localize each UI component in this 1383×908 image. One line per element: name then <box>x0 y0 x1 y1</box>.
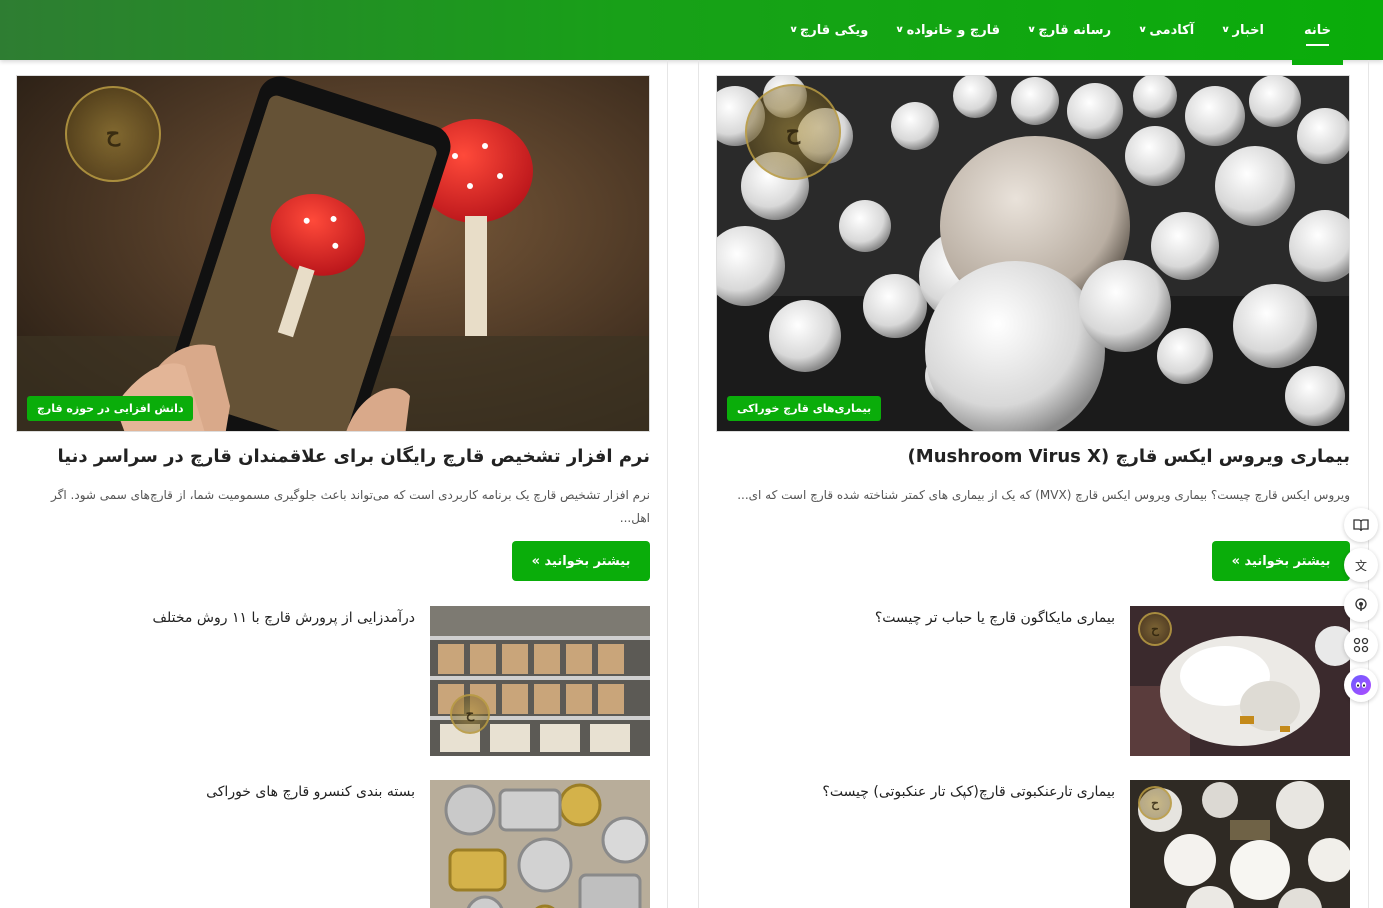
translate-glyph: 文 <box>1354 558 1367 573</box>
main-menu: خانه اخبار ∨ آکادمی ∨ رسانه قارچ ∨ قارچ … <box>788 0 1344 65</box>
list-item-title[interactable]: بیماری تارعنکبوتی قارچ(کپک تار عنکبوتی) … <box>822 780 1130 908</box>
list-item[interactable]: بسته بندی کنسرو قارچ های خوراکی <box>30 780 650 908</box>
reader-icon[interactable] <box>1344 508 1378 542</box>
post-title[interactable]: نرم افزار تشخیص قارچ رایگان برای علاقمند… <box>58 446 650 467</box>
top-navbar: خانه اخبار ∨ آکادمی ∨ رسانه قارچ ∨ قارچ … <box>0 0 1383 65</box>
posts-column-right: ح بیماری‌های قارچ خوراکی بیماری ویروس ای… <box>698 60 1369 908</box>
nav-item-home[interactable]: خانه <box>1291 0 1344 65</box>
nav-item-label: ویکی قارچ <box>799 22 869 38</box>
supermarket-shelf-photo <box>430 606 650 756</box>
list-item[interactable]: ح بیماری مایکاگون قارچ یا حباب تر چیست؟ <box>730 606 1350 756</box>
hero-image-mushroom-virus[interactable]: ح بیماری‌های قارچ خوراکی <box>716 75 1350 432</box>
nav-item-media[interactable]: رسانه قارچ ∨ <box>1026 0 1112 60</box>
list-item-title[interactable]: درآمدزایی از پرورش قارچ با ۱۱ روش مختلف <box>153 606 430 756</box>
category-tag[interactable]: دانش افزایی در حوزه قارچ <box>27 396 194 421</box>
read-more-button[interactable]: بیشتر بخوانید » <box>512 541 650 581</box>
nav-item-academy[interactable]: آکادمی ∨ <box>1137 0 1195 60</box>
broadcast-icon <box>1355 598 1367 611</box>
chevron-down-icon: ∨ <box>1221 25 1231 35</box>
read-more-button[interactable]: بیشتر بخوانید » <box>1212 541 1350 581</box>
translate-icon[interactable]: 文 <box>1344 548 1378 582</box>
nav-item-label: اخبار <box>1232 22 1264 38</box>
assistant-bot-icon <box>1351 675 1371 695</box>
book-icon <box>1353 519 1369 532</box>
chevron-down-icon: ∨ <box>1137 25 1148 35</box>
posts-column-left: ح دانش افزایی در حوزه قارچ نرم افزار تشخ… <box>0 60 668 908</box>
grid-icon <box>1353 637 1369 653</box>
nav-item-label: رسانه قارچ <box>1038 22 1112 38</box>
thumbnail-tin-cans[interactable] <box>430 780 650 908</box>
thumbnail-wet-bubble[interactable]: ح <box>1130 606 1350 756</box>
podcast-icon[interactable] <box>1344 588 1378 622</box>
list-item[interactable]: ح بیماری تارعنکبوتی قارچ(کپک تار عنکبوتی… <box>730 780 1350 908</box>
chevron-down-icon: ∨ <box>895 25 905 35</box>
hago-logo-watermark: ح <box>1138 612 1172 646</box>
tin-cans-photo <box>430 780 650 908</box>
nav-item-label: قارچ و خانواده <box>906 22 1001 38</box>
nav-item-news[interactable]: اخبار ∨ <box>1221 0 1264 60</box>
post-excerpt: نرم افزار تشخیص قارچ یک برنامه کاربردی ا… <box>51 488 650 525</box>
thumbnail-cobweb[interactable]: ح <box>1130 780 1350 908</box>
nav-item-family[interactable]: قارچ و خانواده ∨ <box>895 0 1001 60</box>
category-tag[interactable]: بیماری‌های قارچ خوراکی <box>727 396 882 421</box>
post-title[interactable]: بیماری ویروس ایکس قارچ (Mushroom Virus X… <box>908 446 1350 467</box>
chevron-down-icon: ∨ <box>1026 25 1037 35</box>
hero-image-mushroom-app[interactable]: ح دانش افزایی در حوزه قارچ <box>16 75 650 432</box>
hago-logo-watermark: ح <box>745 84 841 180</box>
nav-item-wiki[interactable]: ویکی قارچ ∨ <box>788 0 869 60</box>
hago-logo-watermark: ح <box>65 86 161 182</box>
apps-icon[interactable] <box>1344 628 1378 662</box>
list-item[interactable]: ح درآمدزایی از پرورش قارچ با ۱۱ روش مختل… <box>30 606 650 756</box>
chevron-down-icon: ∨ <box>788 25 798 35</box>
active-indicator <box>1305 44 1329 46</box>
browser-side-toolbar: 文 <box>1339 508 1383 702</box>
list-item-title[interactable]: بسته بندی کنسرو قارچ های خوراکی <box>206 780 430 908</box>
post-excerpt: ویروس ایکس قارچ چیست؟ بیماری ویروس ایکس … <box>737 488 1350 502</box>
hago-logo-watermark: ح <box>1138 786 1172 820</box>
thumbnail-supermarket[interactable]: ح <box>430 606 650 756</box>
hago-logo-watermark: ح <box>450 694 490 734</box>
assistant-icon[interactable] <box>1344 668 1378 702</box>
list-item-title[interactable]: بیماری مایکاگون قارچ یا حباب تر چیست؟ <box>875 606 1130 756</box>
nav-item-label: آکادمی <box>1149 22 1195 38</box>
nav-item-label: خانه <box>1303 22 1331 38</box>
